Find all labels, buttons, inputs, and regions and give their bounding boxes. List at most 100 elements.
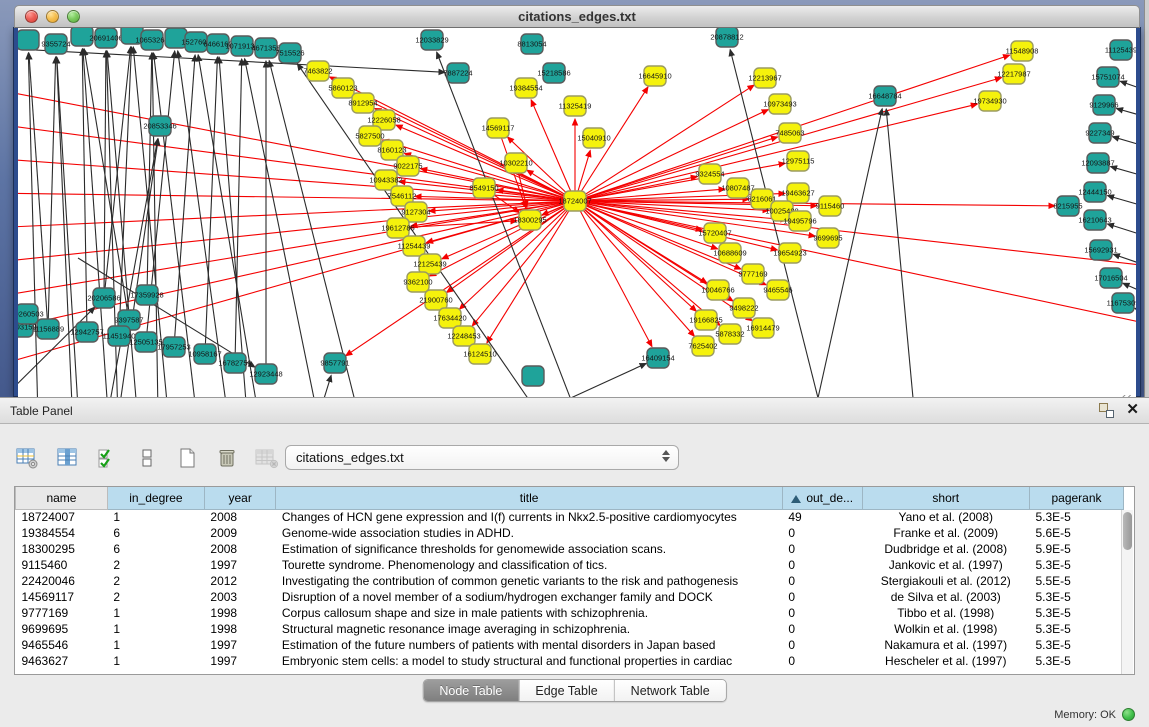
graph-node[interactable]: 8912954 xyxy=(348,93,377,113)
graph-node[interactable]: 9324554 xyxy=(695,164,724,184)
cell-name[interactable]: 14569117 xyxy=(16,589,108,605)
cell-pagerank[interactable]: 5.3E-5 xyxy=(1029,637,1123,653)
cell-in_degree[interactable]: 1 xyxy=(107,605,204,621)
cell-pagerank[interactable]: 5.3E-5 xyxy=(1029,621,1123,637)
graph-node[interactable]: 7463822 xyxy=(303,61,332,81)
cell-title[interactable]: Changes of HCN gene expression and I(f) … xyxy=(276,509,783,525)
graph-node[interactable]: 16409154 xyxy=(641,348,674,368)
cell-pagerank[interactable]: 5.3E-5 xyxy=(1029,509,1123,525)
graph-node[interactable]: 12033829 xyxy=(415,30,448,50)
citation-edge-red[interactable] xyxy=(575,201,720,326)
cell-out_degree[interactable]: 0 xyxy=(782,573,862,589)
graph-node[interactable]: 10958167 xyxy=(188,344,221,364)
citation-edge-black[interactable] xyxy=(57,57,73,411)
cell-year[interactable]: 2008 xyxy=(204,509,275,525)
graph-node[interactable]: 8813054 xyxy=(517,34,546,54)
row-height-icon[interactable] xyxy=(134,445,160,471)
cell-name[interactable]: 9115460 xyxy=(16,557,108,573)
network-window-titlebar[interactable]: citations_edges.txt xyxy=(14,5,1140,28)
cell-title[interactable]: Corpus callosum shape and size in male p… xyxy=(276,605,783,621)
graph-node[interactable]: 12125439 xyxy=(413,254,446,274)
citation-edge-black[interactable] xyxy=(1107,224,1136,243)
cell-title[interactable]: Tourette syndrome. Phenomenology and cla… xyxy=(276,557,783,573)
table-row[interactable]: 946362711997Embryonic stem cells: a mode… xyxy=(16,653,1124,669)
new-column-icon[interactable] xyxy=(174,445,200,471)
citation-edge-black[interactable] xyxy=(84,49,129,320)
citation-edge-red[interactable] xyxy=(442,201,575,259)
cell-short[interactable]: Stergiakouli et al. (2012) xyxy=(862,573,1029,589)
cell-name[interactable]: 18300295 xyxy=(16,541,108,557)
cell-in_degree[interactable]: 1 xyxy=(107,509,204,525)
graph-node[interactable]: 16124510 xyxy=(463,344,496,364)
cell-short[interactable]: Wolkin et al. (1998) xyxy=(862,621,1029,637)
column-header-pagerank[interactable]: pagerank xyxy=(1029,487,1123,509)
memory-indicator-icon[interactable] xyxy=(1122,708,1135,721)
delete-table-icon[interactable] xyxy=(254,445,280,471)
graph-node[interactable]: 10973493 xyxy=(763,94,796,114)
graph-node[interactable]: 9777169 xyxy=(738,264,767,284)
cell-out_degree[interactable]: 0 xyxy=(782,525,862,541)
cell-short[interactable]: Yano et al. (2008) xyxy=(862,509,1029,525)
citation-edge-black[interactable] xyxy=(1107,196,1136,213)
cell-out_degree[interactable]: 0 xyxy=(782,637,862,653)
cell-out_degree[interactable]: 0 xyxy=(782,541,862,557)
cell-year[interactable]: 2008 xyxy=(204,541,275,557)
graph-node[interactable]: 7485063 xyxy=(775,123,804,143)
citation-edge-black[interactable] xyxy=(818,109,882,398)
cell-out_degree[interactable]: 0 xyxy=(782,621,862,637)
column-header-year[interactable]: year xyxy=(204,487,275,509)
graph-node[interactable]: 12217987 xyxy=(997,64,1030,84)
citation-edge-red[interactable] xyxy=(18,201,575,368)
citation-edge-black[interactable] xyxy=(48,57,56,329)
graph-node[interactable]: 18300295 xyxy=(513,210,546,230)
graph-node[interactable]: 9699695 xyxy=(813,228,842,248)
table-row[interactable]: 911546021997Tourette syndrome. Phenomeno… xyxy=(16,557,1124,573)
cell-in_degree[interactable]: 1 xyxy=(107,621,204,637)
citation-edge-black[interactable] xyxy=(437,52,578,411)
cell-year[interactable]: 2012 xyxy=(204,573,275,589)
citation-edge-black[interactable] xyxy=(57,57,78,408)
graph-node[interactable]: 9355724 xyxy=(41,34,70,54)
graph-node[interactable]: 7625402 xyxy=(688,336,717,356)
cell-title[interactable]: Genome-wide association studies in ADHD. xyxy=(276,525,783,541)
graph-node[interactable]: 15720407 xyxy=(698,223,731,243)
cell-in_degree[interactable]: 6 xyxy=(107,525,204,541)
cell-pagerank[interactable]: 5.6E-5 xyxy=(1029,525,1123,541)
citation-edge-red[interactable] xyxy=(18,201,575,263)
cell-out_degree[interactable]: 0 xyxy=(782,605,862,621)
select-columns-icon[interactable] xyxy=(94,445,120,471)
graph-node[interactable]: 12942757 xyxy=(70,322,103,342)
graph-node[interactable]: 5827500 xyxy=(355,126,384,146)
cell-title[interactable]: Disruption of a novel member of a sodium… xyxy=(276,589,783,605)
cell-title[interactable]: Estimation of significance thresholds fo… xyxy=(276,541,783,557)
graph-node[interactable]: 11325419 xyxy=(559,96,592,116)
close-window-button[interactable] xyxy=(25,10,38,23)
tab-node-table[interactable]: Node Table xyxy=(423,680,518,701)
graph-node[interactable]: 19734930 xyxy=(973,91,1006,111)
graph-node[interactable]: 8215955 xyxy=(1053,196,1082,216)
citation-edge-black[interactable] xyxy=(205,57,217,354)
graph-node[interactable]: 20691406 xyxy=(89,28,122,48)
graph-node[interactable]: 16645910 xyxy=(638,66,671,86)
graph-node[interactable]: 20878812 xyxy=(710,28,743,47)
graph-node[interactable]: 16914479 xyxy=(746,318,779,338)
table-row[interactable]: 946554611997Estimation of the future num… xyxy=(16,637,1124,653)
graph-node[interactable]: 21900760 xyxy=(419,290,452,310)
minimize-window-button[interactable] xyxy=(46,10,59,23)
cell-pagerank[interactable]: 5.9E-5 xyxy=(1029,541,1123,557)
graph-node[interactable]: 15692931 xyxy=(1084,240,1117,260)
table-vertical-scrollbar[interactable] xyxy=(1121,510,1133,674)
citation-edge-black[interactable] xyxy=(1117,109,1136,123)
graph-node[interactable]: 14569117 xyxy=(482,118,515,138)
column-header-short[interactable]: short xyxy=(862,487,1029,509)
graph-node[interactable]: 12975115 xyxy=(782,151,815,171)
table-row[interactable]: 1938455462009Genome-wide association stu… xyxy=(16,525,1124,541)
cell-out_degree[interactable]: 0 xyxy=(782,653,862,669)
citation-edge-red[interactable] xyxy=(18,201,575,298)
citation-edge-black[interactable] xyxy=(108,139,158,411)
citation-edge-black[interactable] xyxy=(28,53,38,411)
graph-node[interactable]: 15751074 xyxy=(1091,67,1124,87)
cell-year[interactable]: 1997 xyxy=(204,637,275,653)
graph-node[interactable]: 19463627 xyxy=(781,183,814,203)
column-header-in_degree[interactable]: in_degree xyxy=(107,487,204,509)
